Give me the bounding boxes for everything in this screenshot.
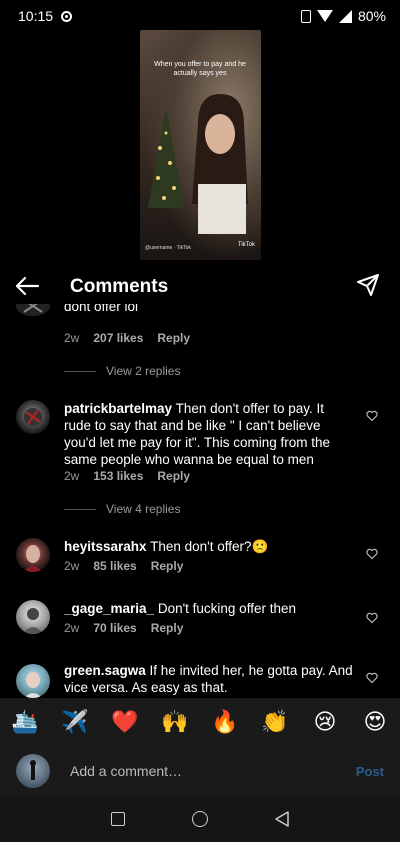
reply-button[interactable]: Reply [157, 331, 190, 345]
comment-meta: 2w 85 likes Reply [64, 559, 183, 573]
notification-icon [61, 10, 73, 22]
home-icon[interactable] [192, 811, 208, 827]
emoji-raised-hands[interactable]: 🙌 [155, 709, 195, 735]
comment-likes[interactable]: 70 likes [93, 621, 136, 635]
comment-meta: 2w 70 likes Reply [64, 621, 183, 635]
comment-text: heyitssarahx Then don't offer?🙁 [64, 538, 354, 555]
comment-username[interactable]: patrickbartelmay [64, 401, 172, 416]
comment-text: dont offer lol [64, 304, 354, 315]
comment-username[interactable]: _gage_maria_ [64, 601, 154, 616]
reply-button[interactable]: Reply [151, 621, 184, 635]
comment-body: dont offer lol [64, 304, 139, 314]
video-caption: When you offer to pay and he actually sa… [154, 61, 246, 77]
tiktok-watermark: TikTok [237, 242, 255, 248]
comment-composer: Add a comment… Post [0, 746, 400, 796]
emoji-sad[interactable]: 😢 [305, 709, 345, 735]
comment-age: 2w [64, 559, 80, 573]
like-heart-icon[interactable] [366, 612, 378, 624]
emoji-heart-eyes[interactable]: 😍 [355, 709, 395, 735]
comment-likes[interactable]: 85 likes [93, 559, 136, 573]
wifi-icon [316, 10, 333, 22]
status-bar: 10:15 80% [0, 0, 400, 32]
avatar[interactable] [16, 304, 50, 316]
comment-text: patrickbartelmay Then don't offer to pay… [64, 400, 354, 468]
recents-icon[interactable] [111, 812, 125, 826]
comment-meta: 2w 207 likes Reply [64, 331, 190, 345]
comment-likes[interactable]: 207 likes [93, 331, 143, 345]
reply-button[interactable]: Reply [151, 559, 184, 573]
status-icons: 80% [300, 8, 386, 24]
comment-username[interactable]: green.sagwa [64, 663, 146, 678]
comment-meta: 2w 153 likes Reply [64, 469, 190, 483]
view-replies-label: View 4 replies [106, 502, 181, 516]
avatar [16, 754, 50, 788]
emoji-quick-bar: 🛳️ ✈️ ❤️ 🙌 🔥 👏 😢 😍 [0, 698, 400, 746]
comment-body: Then don't offer?🙁 [146, 539, 269, 554]
like-heart-icon[interactable] [366, 672, 378, 684]
comment-body: Don't fucking offer then [154, 601, 296, 616]
view-replies-button[interactable]: View 2 replies [64, 364, 180, 378]
emoji-clap[interactable]: 👏 [255, 709, 295, 735]
back-arrow-icon[interactable] [14, 274, 40, 298]
divider [64, 508, 96, 510]
comments-list[interactable]: dont offer lol 2w 207 likes Reply View 2… [0, 304, 400, 698]
like-heart-icon[interactable] [366, 410, 378, 422]
video-thumbnail[interactable]: When you offer to pay and he actually sa… [140, 30, 261, 260]
comments-header: Comments [0, 268, 400, 304]
emoji-ship[interactable]: 🛳️ [5, 709, 45, 735]
send-icon[interactable] [356, 273, 380, 297]
person-image [192, 94, 248, 234]
comment-age: 2w [64, 621, 80, 635]
comment-text: _gage_maria_ Don't fucking offer then [64, 600, 354, 617]
comment-username[interactable]: heyitssarahx [64, 539, 147, 554]
avatar[interactable] [16, 400, 50, 434]
comment-text: green.sagwa If he invited her, he gotta … [64, 662, 354, 696]
emoji-fire[interactable]: 🔥 [205, 709, 245, 735]
comment-age: 2w [64, 469, 80, 483]
like-heart-icon[interactable] [366, 548, 378, 560]
back-triangle-icon[interactable] [274, 810, 290, 828]
avatar[interactable] [16, 600, 50, 634]
comment-likes[interactable]: 153 likes [93, 469, 143, 483]
post-button[interactable]: Post [356, 764, 384, 779]
avatar[interactable] [16, 538, 50, 572]
emoji-airplane[interactable]: ✈️ [55, 709, 95, 735]
page-title: Comments [70, 276, 169, 297]
view-replies-button[interactable]: View 4 replies [64, 502, 180, 516]
comment-age: 2w [64, 331, 80, 345]
battery-level: 80% [357, 8, 386, 24]
avatar[interactable] [16, 664, 50, 698]
christmas-tree-image [148, 108, 184, 208]
signal-icon [338, 9, 352, 23]
status-time: 10:15 [18, 8, 54, 24]
vibrate-icon [300, 9, 311, 23]
emoji-heart[interactable]: ❤️ [105, 709, 145, 735]
comment-input[interactable]: Add a comment… [70, 763, 182, 779]
system-nav-bar [0, 796, 400, 842]
video-bottom-text: @username · TikTok [145, 245, 191, 251]
view-replies-label: View 2 replies [106, 364, 181, 378]
divider [64, 370, 96, 372]
reply-button[interactable]: Reply [157, 469, 190, 483]
